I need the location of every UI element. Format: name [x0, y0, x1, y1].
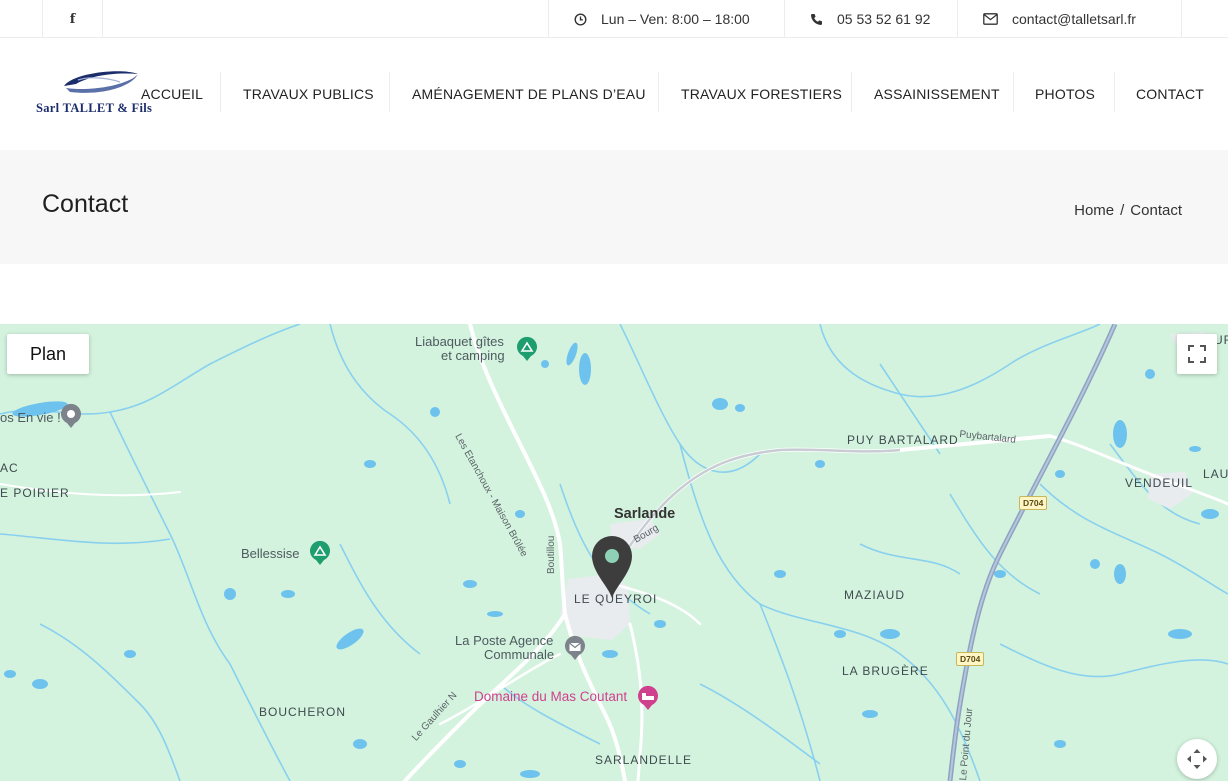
map-pan-control[interactable]: [1177, 739, 1217, 779]
email-address: contact@talletsarl.fr: [1012, 11, 1136, 27]
move-arrows-icon: [1187, 749, 1207, 769]
fullscreen-icon: [1188, 345, 1206, 363]
nav-item-photos[interactable]: PHOTOS: [1035, 72, 1095, 116]
phone-icon: [810, 13, 823, 26]
nav-item-amenagement-plans-eau[interactable]: AMÉNAGEMENT DE PLANS D’EAU: [412, 72, 646, 116]
map-label-sarlandelle: SARLANDELLE: [595, 753, 693, 767]
top-bar: f Lun – Ven: 8:00 – 18:00 05 53 52 61 92…: [0, 0, 1228, 38]
map-label-ac: AC: [0, 461, 19, 475]
map-type-button[interactable]: Plan: [7, 334, 89, 374]
map-label-maziaud: MAZIAUD: [844, 588, 905, 602]
phone-number: 05 53 52 61 92: [837, 11, 931, 27]
map-label-la-poste-2: Communale: [484, 647, 555, 662]
lodging-icon[interactable]: [636, 685, 660, 711]
map-label-lau: LAU: [1203, 467, 1228, 481]
breadcrumb-home[interactable]: Home: [1074, 202, 1114, 219]
nav-item-assainissement[interactable]: ASSAINISSEMENT: [874, 72, 1000, 116]
nav-divider: [851, 72, 852, 112]
map-label-boutillou: Boutillou: [546, 535, 557, 574]
page-title: Contact: [42, 190, 129, 218]
phone-contact[interactable]: 05 53 52 61 92: [784, 0, 957, 38]
road-shield-d704: D704: [1019, 496, 1048, 510]
map-label-liabaquet-2: et camping: [441, 348, 505, 363]
opening-hours-text: Lun – Ven: 8:00 – 18:00: [601, 11, 750, 27]
nav-item-travaux-publics[interactable]: TRAVAUX PUBLICS: [243, 72, 374, 116]
breadcrumb-separator: /: [1120, 202, 1125, 219]
map-label-en-vie: os En vie !: [0, 410, 61, 425]
fullscreen-button[interactable]: [1177, 334, 1217, 374]
map-label-la-poste: La Poste Agence: [455, 633, 554, 648]
map-label-bellessise: Bellessise: [241, 546, 300, 561]
nav-divider: [658, 72, 659, 112]
envelope-icon: [983, 13, 998, 25]
page-title-band: Contact Home / Contact: [0, 150, 1228, 264]
nav-divider: [1114, 72, 1115, 112]
breadcrumb: Home / Contact: [1074, 202, 1182, 219]
nav-item-accueil[interactable]: ACCUEIL: [141, 72, 203, 116]
map-label-sarlande: Sarlande: [614, 506, 676, 522]
map-label-puy-bartalard: PUY BARTALARD: [847, 433, 959, 447]
email-contact[interactable]: contact@talletsarl.fr: [957, 0, 1182, 38]
breadcrumb-current: Contact: [1130, 202, 1182, 219]
clock-icon: [574, 12, 587, 26]
post-office-icon[interactable]: [563, 635, 587, 661]
nav-item-travaux-forestiers[interactable]: TRAVAUX FORESTIERS: [681, 72, 842, 116]
facebook-icon: f: [69, 11, 76, 27]
map-label-poirier: E POIRIER: [0, 486, 70, 500]
opening-hours: Lun – Ven: 8:00 – 18:00: [548, 0, 784, 38]
map-pin-icon[interactable]: [590, 534, 634, 600]
map-label-liabaquet: Liabaquet gîtes: [415, 334, 504, 349]
road-shield-d704: D704: [956, 652, 985, 666]
nav-divider: [220, 72, 221, 112]
nav-divider: [389, 72, 390, 112]
map-label-domaine: Domaine du Mas Coutant: [474, 689, 628, 704]
main-nav: ACCUEIL TRAVAUX PUBLICS AMÉNAGEMENT DE P…: [0, 72, 1228, 116]
campsite-icon[interactable]: [515, 336, 539, 362]
facebook-link[interactable]: f: [42, 0, 103, 38]
nav-divider: [1013, 72, 1014, 112]
nav-item-contact[interactable]: CONTACT: [1136, 72, 1204, 116]
map-label-boucheron: BOUCHERON: [259, 705, 347, 719]
place-pin-icon[interactable]: [59, 402, 83, 430]
campsite-icon[interactable]: [308, 540, 332, 566]
map-label-la-brugere: LA BRUGÈRE: [842, 664, 929, 678]
map-label-vendeuil: VENDEUIL: [1125, 476, 1194, 490]
google-map[interactable]: Liabaquet gîtes et camping os En vie ! A…: [0, 324, 1228, 781]
